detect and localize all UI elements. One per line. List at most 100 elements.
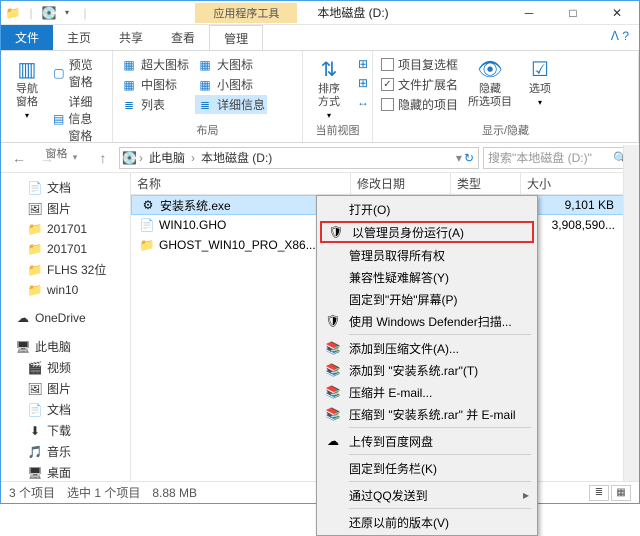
col-type[interactable]: 类型 [451, 173, 521, 194]
manage-tab[interactable]: 管理 [209, 25, 263, 50]
ribbon-tabs: 文件 主页 共享 查看 管理 ᐱ ? [1, 25, 639, 51]
view-xl-button[interactable]: ▦超大图标 [119, 55, 191, 74]
tree-node[interactable]: 🎬视频 [1, 357, 130, 378]
share-tab[interactable]: 共享 [105, 25, 157, 50]
preview-pane-button[interactable]: ▢预览窗格 [51, 55, 106, 91]
view-detail-button[interactable]: ≣详细信息 [195, 95, 267, 114]
chevron-right-icon[interactable]: › [137, 151, 145, 165]
ribbon-help[interactable]: ᐱ ? [601, 25, 639, 50]
tree-node[interactable]: ⬇下载 [1, 420, 130, 441]
context-menu-item[interactable]: 通过QQ发送到▸ [319, 484, 535, 506]
context-menu-item[interactable]: 固定到任务栏(K) [319, 457, 535, 479]
tree-node[interactable]: 🖥此电脑 [1, 336, 130, 357]
tree-node[interactable]: 🎵音乐 [1, 441, 130, 462]
details-view-button[interactable]: ≣ [589, 485, 609, 501]
crumb-drive[interactable]: 本地磁盘 (D:) [197, 149, 276, 166]
menu-item-label: 添加到压缩文件(A)... [349, 340, 459, 357]
context-menu-item[interactable]: 管理员取得所有权 [319, 244, 535, 266]
file-ext-toggle[interactable]: ✓文件扩展名 [379, 75, 460, 94]
menu-item-label: 通过QQ发送到 [349, 487, 428, 504]
sort-button[interactable]: ⇅ 排序方式 ▾ [309, 55, 349, 122]
context-menu-item[interactable]: 打开(O) [319, 198, 535, 220]
tiles-icon: ▦ [197, 77, 213, 93]
back-button[interactable]: ← [7, 146, 31, 170]
tree-node[interactable]: 📁FLHS 32位 [1, 259, 130, 280]
minimize-button[interactable]: ─ [507, 1, 551, 25]
hide-selected-button[interactable]: 👁 隐藏 所选项目 [464, 55, 516, 111]
view-l-button[interactable]: ▦大图标 [195, 55, 267, 74]
options-button[interactable]: ☑ 选项 ▾ [520, 55, 560, 109]
crumb-pc[interactable]: 此电脑 [145, 149, 189, 166]
qat-sep: | [77, 5, 93, 21]
tree-label: 文档 [47, 401, 71, 418]
chevron-right-icon[interactable]: › [189, 151, 197, 165]
tree-node[interactable]: ☁OneDrive [1, 308, 130, 328]
search-input[interactable]: 搜索"本地磁盘 (D:)" 🔍 [483, 147, 633, 169]
context-menu-item[interactable]: 🛡以管理员身份运行(A) [320, 221, 534, 243]
menu-item-label: 使用 Windows Defender扫描... [349, 313, 512, 330]
ribbon-group-label: 显示/隐藏 [379, 122, 632, 140]
up-button[interactable]: ↑ [91, 146, 115, 170]
context-menu-item[interactable]: 固定到"开始"屏幕(P) [319, 288, 535, 310]
context-menu-item[interactable]: ☁上传到百度网盘 [319, 430, 535, 452]
dropdown-icon[interactable]: ▾ [456, 151, 462, 165]
maximize-button[interactable]: □ [551, 1, 595, 25]
tree-node[interactable]: 📁201701 [1, 239, 130, 259]
ribbon-group-label: 当前视图 [309, 122, 366, 140]
view-m-button[interactable]: ▦中图标 [119, 75, 191, 94]
nav-tree[interactable]: 📄文档🖼图片📁201701📁201701📁FLHS 32位📁win10☁OneD… [1, 173, 131, 481]
tree-node[interactable]: 🖥桌面 [1, 462, 130, 481]
pic-icon: 🖼 [27, 381, 43, 397]
details-pane-button[interactable]: ▤详细信息窗格 [51, 92, 106, 145]
tree-node[interactable]: 📄文档 [1, 177, 130, 198]
tree-node[interactable]: 🖼图片 [1, 198, 130, 219]
view-list-button[interactable]: ≣列表 [119, 95, 191, 114]
tree-node[interactable]: 📁win10 [1, 280, 130, 300]
drive-icon: 💽 [41, 5, 57, 21]
context-menu-item[interactable]: 兼容性疑难解答(Y) [319, 266, 535, 288]
context-menu-item[interactable]: 📚添加到压缩文件(A)... [319, 337, 535, 359]
menu-item-label: 固定到任务栏(K) [349, 460, 437, 477]
tiles-view-button[interactable]: ▦ [611, 485, 631, 501]
recent-button[interactable]: ▾ [63, 146, 87, 170]
home-tab[interactable]: 主页 [53, 25, 105, 50]
doc-icon: 📄 [27, 402, 43, 418]
breadcrumb[interactable]: 💽 › 此电脑 › 本地磁盘 (D:) ▾ ↻ [119, 147, 479, 169]
file-tab[interactable]: 文件 [1, 25, 53, 50]
item-checkboxes-toggle[interactable]: 项目复选框 [379, 55, 460, 74]
tree-node[interactable]: 🖼图片 [1, 378, 130, 399]
sort-label: 排序方式 [313, 83, 345, 109]
view-tab[interactable]: 查看 [157, 25, 209, 50]
addcol-button[interactable]: ⊞ [353, 74, 373, 92]
drive-icon: 💽 [122, 151, 137, 165]
fitcol-button[interactable]: ↔ [353, 93, 373, 111]
tree-node[interactable]: 📄文档 [1, 399, 130, 420]
qat-dropdown-icon[interactable]: ▾ [59, 5, 75, 21]
ribbon-group-layout: ▦超大图标 ▦中图标 ≣列表 ▦大图标 ▦小图标 ≣详细信息 布局 [113, 51, 303, 142]
columns-icon: ⊞ [355, 75, 371, 91]
context-menu-item[interactable]: 📚压缩到 "安装系统.rar" 并 E-mail [319, 403, 535, 425]
menu-item-label: 兼容性疑难解答(Y) [349, 269, 449, 286]
context-menu-item[interactable]: 🛡使用 Windows Defender扫描... [319, 310, 535, 332]
context-menu-item[interactable]: 还原以前的版本(V) [319, 511, 535, 533]
groupby-button[interactable]: ⊞ [353, 55, 373, 73]
nav-pane-button[interactable]: ▥ 导航窗格 ▾ [7, 55, 47, 122]
close-button[interactable]: ✕ [595, 1, 639, 25]
folder-icon: 📁 [139, 237, 155, 253]
tree-node[interactable]: 📁201701 [1, 219, 130, 239]
context-menu-item[interactable]: 📚压缩并 E-mail... [319, 381, 535, 403]
status-selected: 选中 1 个项目 [67, 484, 140, 501]
col-date[interactable]: 修改日期 [351, 173, 451, 194]
contextual-tab-header: 应用程序工具 [195, 3, 297, 23]
view-s-button[interactable]: ▦小图标 [195, 75, 267, 94]
col-size[interactable]: 大小 [521, 173, 639, 194]
context-menu-item[interactable]: 📚添加到 "安装系统.rar"(T) [319, 359, 535, 381]
forward-button[interactable]: → [35, 146, 59, 170]
search-placeholder: 搜索"本地磁盘 (D:)" [488, 149, 613, 166]
col-name[interactable]: 名称 [131, 173, 351, 194]
hidden-items-toggle[interactable]: 隐藏的项目 [379, 95, 460, 114]
menu-item-label: 以管理员身份运行(A) [352, 224, 464, 241]
refresh-button[interactable]: ↻ [464, 151, 474, 165]
qat-sep: | [23, 5, 39, 21]
scrollbar-vertical[interactable] [623, 145, 639, 481]
